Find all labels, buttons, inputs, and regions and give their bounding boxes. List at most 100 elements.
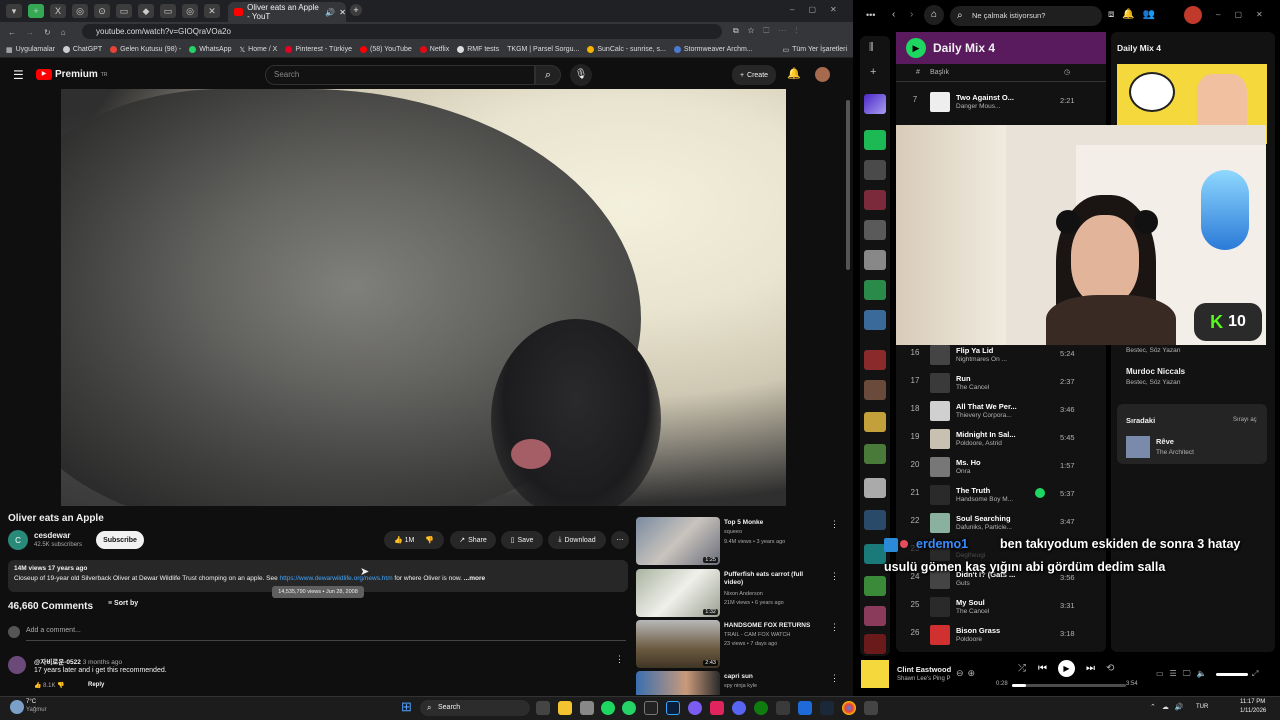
track-row[interactable]: 26 Bison Grass Poldoore 3:18 (896, 622, 1106, 650)
video-thumbnail[interactable]: 2:43 (636, 620, 720, 668)
track-row[interactable]: 19 Midnight In Sal... Poldoore, Astrid 5:45 (896, 426, 1106, 454)
recommendation-item[interactable]: 1:32 Pufferfish eats carrot (full video)… (636, 569, 839, 617)
reply-button[interactable]: Reply (88, 682, 104, 688)
recommendation-item[interactable]: 2:43 HANDSOME FOX RETURNS TRAIL - CAM FO… (636, 620, 839, 668)
bookmark[interactable]: (58) YouTube (360, 46, 412, 53)
player-extra-controls[interactable]: ▭☰🖵🔈 (1156, 669, 1212, 679)
rec-title[interactable]: HANDSOME FOX RETURNS (724, 622, 824, 630)
clock-date[interactable]: 1/11/2026 (1240, 708, 1266, 714)
address-bar[interactable]: youtube.com/watch?v=GIOQraVOa2o (82, 24, 722, 39)
pinned-tab[interactable]: ▭ (160, 4, 176, 18)
library-item[interactable] (864, 444, 886, 464)
like-button[interactable]: 👍 1M (394, 536, 414, 544)
rec-channel[interactable]: squeeo (724, 529, 742, 535)
home-icon[interactable]: ⌂ (61, 28, 66, 37)
shuffle-icon[interactable]: ⤮ (1018, 663, 1026, 674)
library-item[interactable] (864, 350, 886, 370)
track-row[interactable]: 17 Run The Cancel 2:37 (896, 370, 1106, 398)
comment-author[interactable]: @자비로운-0522 (34, 659, 81, 666)
rec-title[interactable]: capri sun (724, 673, 824, 681)
add-to-playlist-icon[interactable]: ⊖⊕ (956, 668, 979, 679)
rec-menu-icon[interactable]: ⋮ (830, 519, 839, 530)
x-tab-icon[interactable]: X (50, 4, 66, 18)
page-scrollbar[interactable] (846, 100, 850, 270)
next-icon[interactable]: ⏭ (1086, 663, 1095, 674)
repeat-icon[interactable]: ⟲ (1106, 663, 1114, 674)
liked-songs-icon[interactable] (864, 94, 886, 114)
more-actions-button[interactable]: ⋯ (611, 531, 629, 549)
tab-search-icon[interactable]: ▾ (6, 4, 22, 18)
bookmark[interactable]: 𝕏 Home / X (240, 46, 278, 54)
reload-icon[interactable]: ↻ (44, 28, 51, 37)
rec-menu-icon[interactable]: ⋮ (830, 673, 836, 684)
comment-menu-icon[interactable]: ⋮ (615, 654, 624, 665)
rec-channel[interactable]: Nixon Anderson (724, 591, 763, 597)
bookmark[interactable]: WhatsApp (189, 46, 232, 53)
start-icon[interactable]: ⊞ (401, 699, 415, 714)
chrome-icon[interactable] (842, 701, 856, 715)
back-icon[interactable]: ← (8, 28, 16, 37)
description-link[interactable]: https://www.dewarwildlife.org/news.htm (280, 575, 393, 582)
taskbar-app-icon[interactable] (688, 701, 702, 715)
taskbar-app-icon[interactable] (776, 701, 790, 715)
library-item[interactable] (864, 220, 886, 240)
avatar[interactable] (815, 67, 830, 82)
recommendation-item[interactable]: capri sun spy ninja kyle ⋮ (636, 671, 836, 695)
track-row[interactable]: 16 Flip Ya Lid Nightmares On ... 5:24 (896, 342, 1106, 370)
show-more-link[interactable]: ...more (464, 575, 485, 582)
pinned-tab[interactable]: ✕ (204, 4, 220, 18)
pinned-tab[interactable]: ◎ (72, 4, 88, 18)
pinned-tab[interactable]: ⊙ (94, 4, 110, 18)
spotify-top-icons[interactable]: ⧈🔔👥 (1108, 9, 1163, 20)
play-button[interactable]: ▶ (906, 38, 926, 58)
rec-channel[interactable]: spy ninja kyle (724, 683, 757, 689)
queue-artist[interactable]: The Architect (1156, 449, 1194, 456)
library-item[interactable] (864, 130, 886, 150)
discord-icon[interactable] (732, 701, 746, 715)
audio-icon[interactable]: 🔊 (325, 8, 335, 17)
toolbar-icons[interactable]: ⧉☆⬚⋯⋮ (733, 26, 806, 36)
library-item[interactable] (864, 250, 886, 270)
bookmark[interactable]: TKGM | Parsel Sorgu... (507, 46, 579, 53)
bookmark[interactable]: Gelen Kutusu (98) - (110, 46, 181, 53)
pinned-tab[interactable]: ◆ (138, 4, 154, 18)
rec-menu-icon[interactable]: ⋮ (830, 622, 839, 633)
pinned-tab[interactable]: ◎ (182, 4, 198, 18)
home-button[interactable]: ⌂ (924, 5, 944, 25)
create-button[interactable]: + Create (732, 65, 776, 85)
volume-slider[interactable] (1216, 673, 1248, 676)
tray-icons[interactable]: ⌃☁🔊 (1150, 703, 1190, 711)
bookmark[interactable]: Stormweaver Archm... (673, 46, 753, 53)
open-queue-link[interactable]: Sırayı aç (1233, 417, 1257, 423)
search-input[interactable]: Search (265, 65, 535, 85)
new-tab-button[interactable]: + (350, 4, 362, 16)
input-language[interactable]: TUR (1196, 704, 1208, 710)
bookmark[interactable]: RMF tests (457, 46, 499, 53)
taskbar-search[interactable]: Search (420, 700, 530, 716)
library-item[interactable] (864, 310, 886, 330)
pinned-tab[interactable]: + (28, 4, 44, 18)
fullscreen-icon[interactable]: ⤢ (1252, 669, 1258, 679)
video-thumbnail[interactable] (636, 671, 720, 695)
recommendation-item[interactable]: 1:25 Top 5 Monke squeeo 9.4M views • 3 y… (636, 517, 839, 565)
save-button[interactable]: ▯ Save (501, 531, 543, 549)
library-item[interactable] (864, 510, 886, 530)
track-row[interactable]: 7 Two Against O... Danger Mous... 2:21 (896, 89, 1106, 117)
library-item[interactable] (864, 412, 886, 432)
taskbar-app-icon[interactable] (710, 701, 724, 715)
dislike-icon[interactable]: 👎 (57, 683, 64, 689)
taskbar-app-icon[interactable] (798, 701, 812, 715)
add-icon[interactable]: + (870, 66, 876, 78)
file-explorer-icon[interactable] (558, 701, 572, 715)
now-playing-artist[interactable]: Shawn Lee's Ping P (897, 676, 951, 682)
steam-icon[interactable] (820, 701, 834, 715)
window-controls[interactable]: –▢✕ (790, 5, 851, 14)
forward-icon[interactable]: → (26, 28, 34, 37)
bookmark[interactable]: SunCalc - sunrise, s... (587, 46, 666, 53)
share-button[interactable]: ↗ Share (450, 531, 496, 549)
sort-button[interactable]: ≡ Sort by (108, 600, 138, 607)
rec-title[interactable]: Pufferfish eats carrot (full video) (724, 571, 824, 587)
close-tab-icon[interactable]: ✕ (339, 8, 346, 17)
track-row[interactable]: 18 All That We Per... Thievery Corpora... 3… (896, 398, 1106, 426)
spotify-taskbar-icon[interactable] (601, 701, 615, 715)
